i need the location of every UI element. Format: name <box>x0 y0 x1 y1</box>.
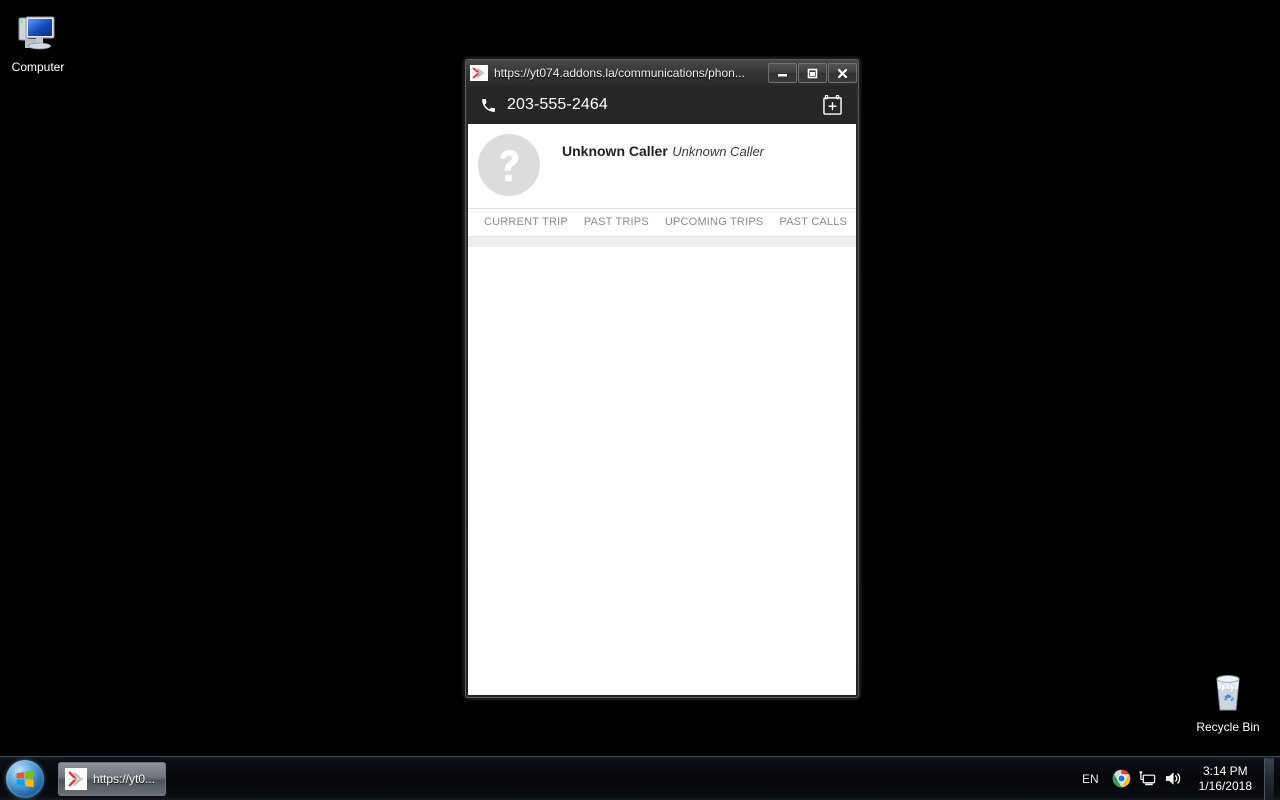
start-button[interactable] <box>0 758 50 800</box>
window-frame: https://yt074.addons.la/communications/p… <box>465 59 859 698</box>
caller-info: Unknown Caller Unknown Caller <box>562 134 764 161</box>
desktop-icon-label: Recycle Bin <box>1196 720 1260 734</box>
page-icon <box>65 767 87 790</box>
page-icon <box>470 65 488 81</box>
maximize-button[interactable] <box>798 63 827 83</box>
system-tray: EN 3:14 PM 1/16/2018 <box>1072 757 1280 800</box>
desktop-icon-recycle-bin[interactable]: Recycle Bin <box>1190 668 1266 734</box>
tabbar: CURRENT TRIP PAST TRIPS UPCOMING TRIPS P… <box>468 209 856 236</box>
page-viewport: 203-555-2464 Unknown Caller Unknown Call… <box>468 86 856 695</box>
minimize-button[interactable] <box>768 63 797 83</box>
browser-window[interactable]: https://yt074.addons.la/communications/p… <box>464 58 860 699</box>
network-icon[interactable] <box>1135 766 1161 792</box>
close-button[interactable] <box>828 63 857 83</box>
clock-date: 1/16/2018 <box>1198 778 1252 793</box>
caller-card: Unknown Caller Unknown Caller <box>468 124 856 209</box>
taskbar-buttons: https://yt0... <box>50 758 1072 800</box>
caller-phone-number: 203-555-2464 <box>507 96 608 113</box>
desktop-icon-computer[interactable]: Computer <box>0 8 76 74</box>
show-desktop-button[interactable] <box>1264 757 1274 800</box>
desktop-icon-label: Computer <box>11 60 65 74</box>
phone-icon <box>480 97 497 114</box>
tab-past-trips[interactable]: PAST TRIPS <box>576 215 657 229</box>
language-indicator[interactable]: EN <box>1072 772 1109 786</box>
tab-current-trip[interactable]: CURRENT TRIP <box>476 215 576 229</box>
volume-icon[interactable] <box>1161 766 1187 792</box>
chrome-icon[interactable] <box>1109 766 1135 792</box>
window-controls <box>767 63 857 83</box>
window-titlebar[interactable]: https://yt074.addons.la/communications/p… <box>466 60 858 86</box>
window-title: https://yt074.addons.la/communications/p… <box>494 66 745 80</box>
caller-subtitle: Unknown Caller <box>672 144 765 159</box>
taskbar-button-label: https://yt0... <box>93 771 156 786</box>
recycle-bin-icon <box>1204 668 1252 716</box>
app-header: 203-555-2464 <box>468 86 856 124</box>
taskbar-button-browser[interactable]: https://yt0... <box>58 761 167 796</box>
clock[interactable]: 3:14 PM 1/16/2018 <box>1187 764 1262 794</box>
desktop[interactable]: Computer Recycle Bin https://yt074.addon… <box>0 0 1280 800</box>
tab-upcoming-trips[interactable]: UPCOMING TRIPS <box>657 215 772 229</box>
tab-content-panel[interactable] <box>468 247 856 695</box>
calendar-plus-icon[interactable] <box>823 95 842 115</box>
computer-monitor-icon <box>14 8 62 56</box>
taskbar[interactable]: https://yt0... EN 3:14 PM 1/16/2018 <box>0 756 1280 800</box>
question-mark-avatar-icon <box>478 134 540 196</box>
caller-name: Unknown Caller <box>562 143 668 159</box>
tab-past-calls[interactable]: PAST CALLS <box>771 215 855 229</box>
clock-time: 3:14 PM <box>1202 763 1248 778</box>
windows-logo-icon <box>6 759 44 798</box>
tab-underline-band <box>468 236 856 247</box>
